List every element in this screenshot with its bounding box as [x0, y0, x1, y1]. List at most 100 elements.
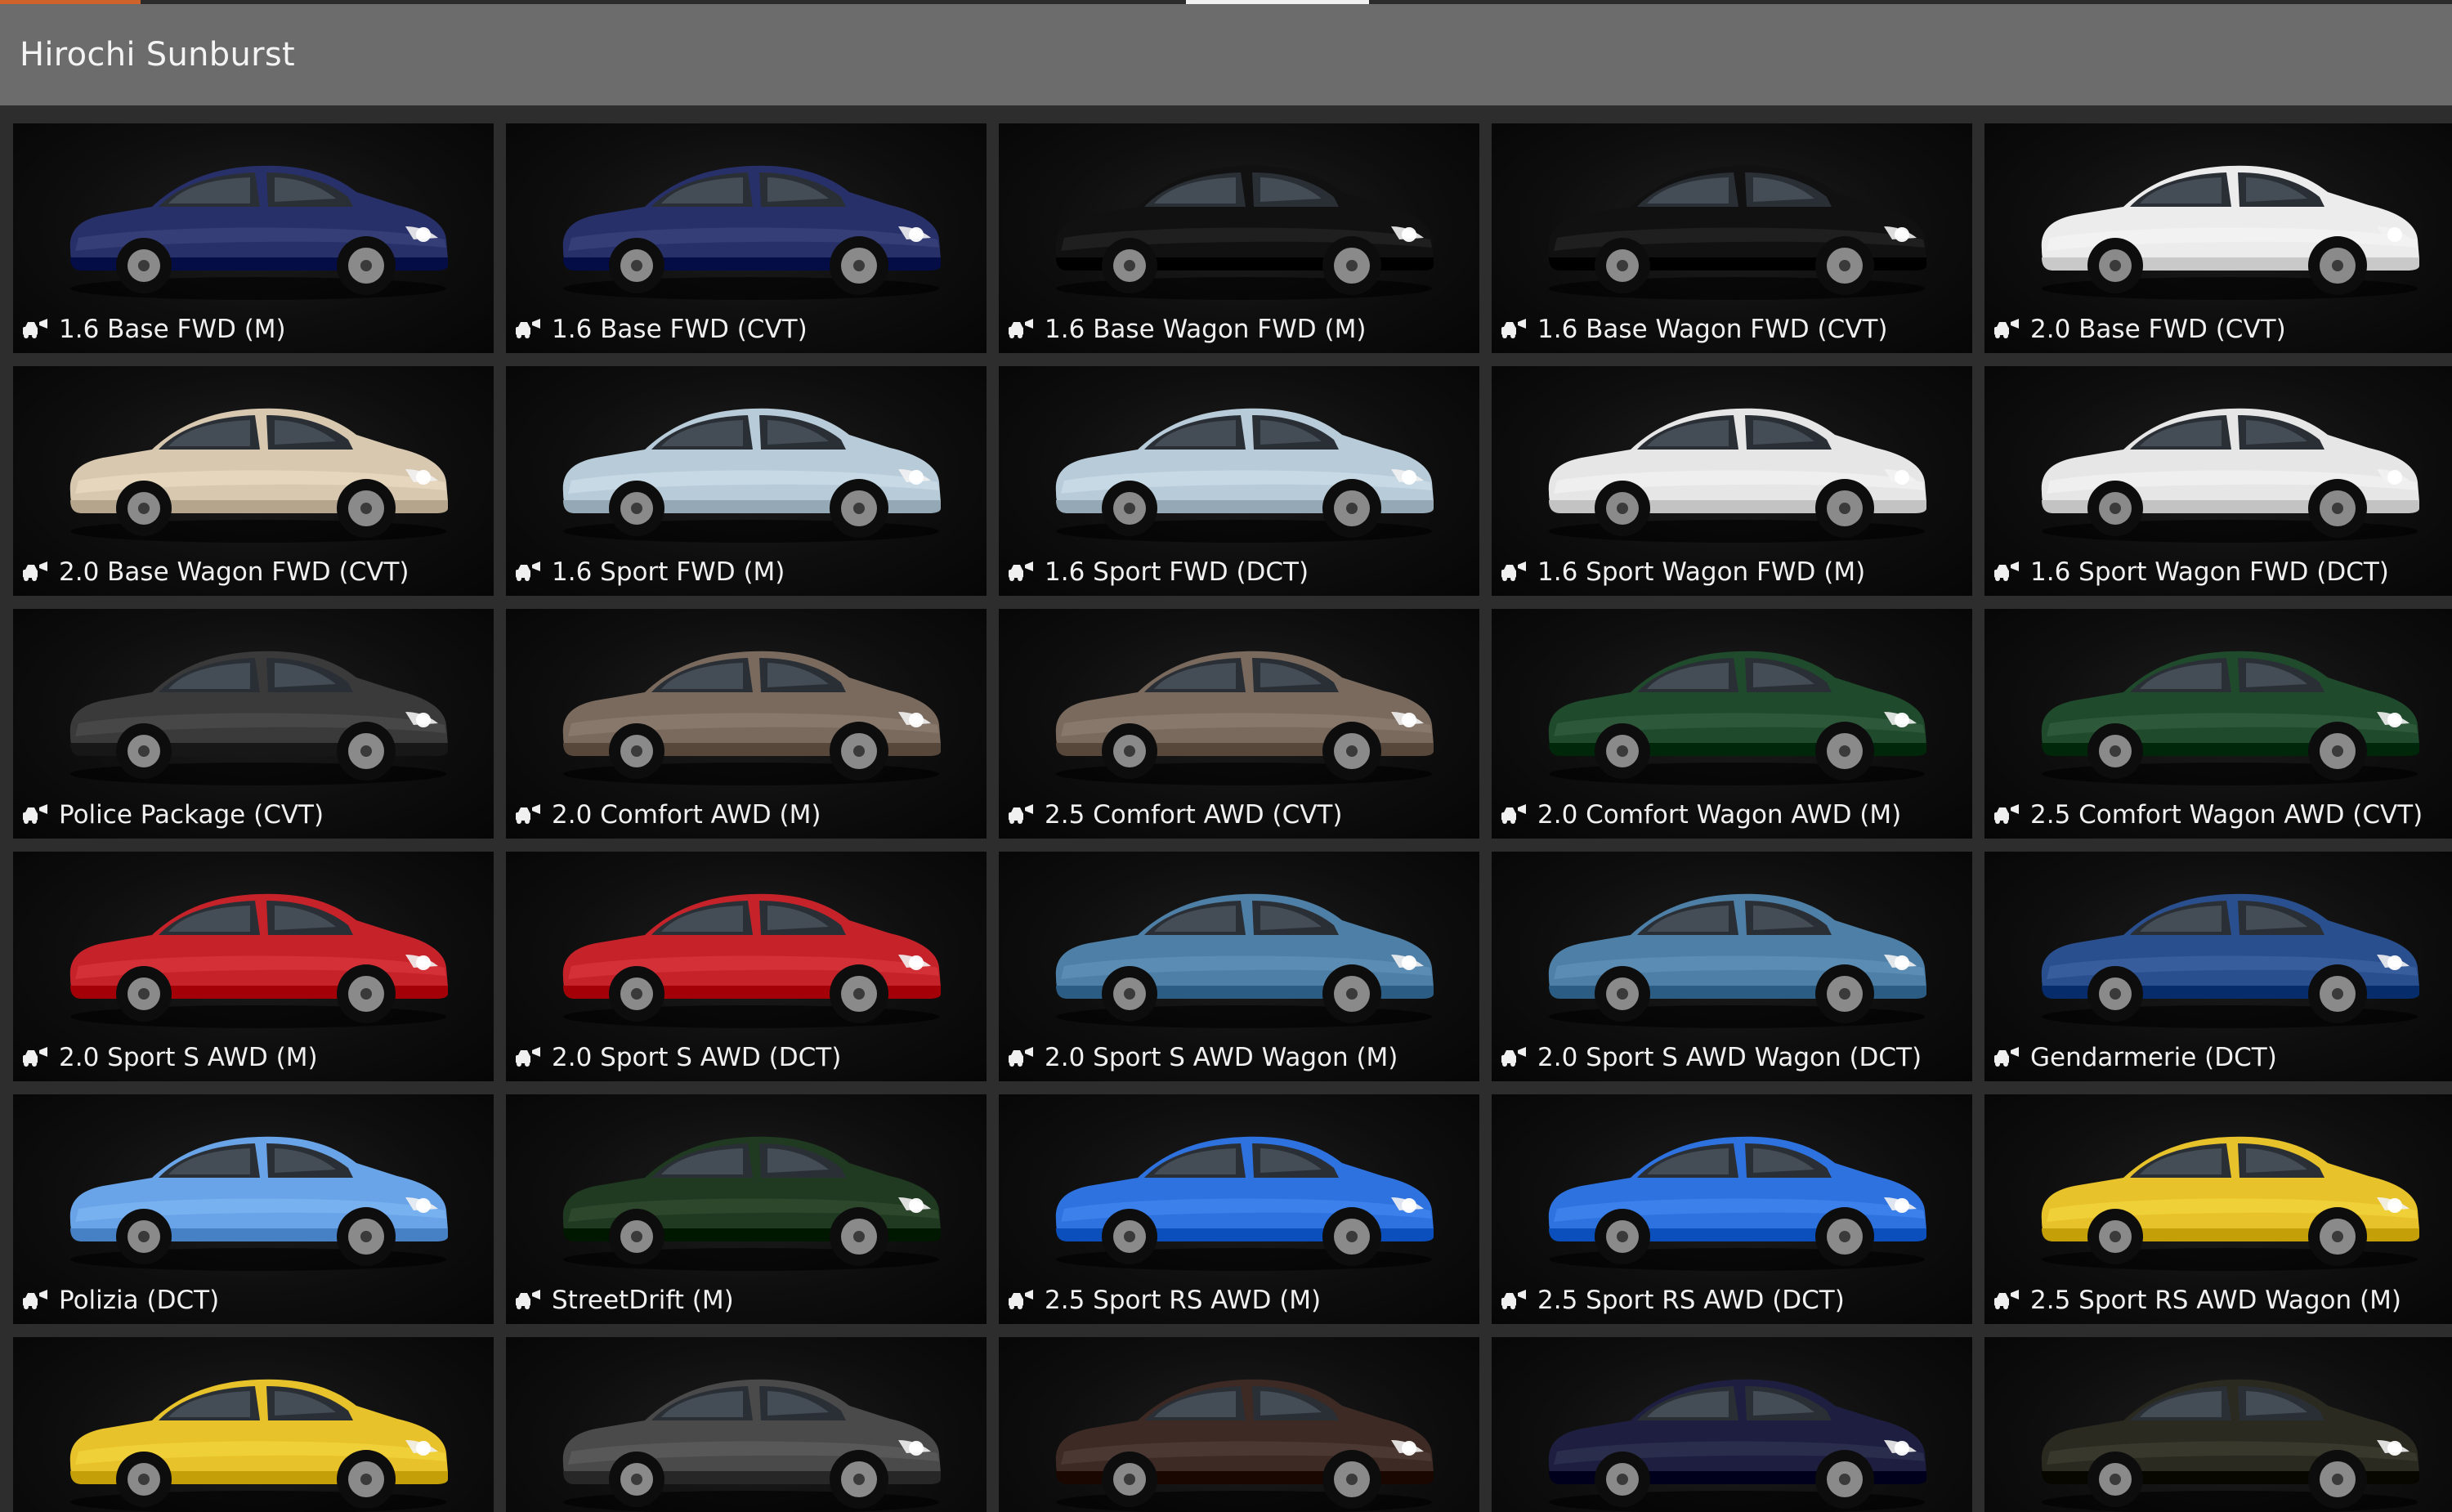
config-label-row: 1.6 Base FWD (CVT) — [514, 312, 808, 347]
config-label: 2.5 Sport RS AWD Wagon (M) — [2030, 1286, 2401, 1315]
car-config-icon — [516, 1047, 540, 1067]
vehicle-config-card[interactable]: 2.5 Sport RS AWD Wagon (M) — [1984, 1094, 2452, 1324]
car-image — [69, 1379, 449, 1512]
car-image — [2041, 165, 2419, 300]
car-image — [2041, 408, 2419, 543]
vehicle-config-card[interactable]: 2.0 Sport S AWD Wagon (DCT) — [1492, 852, 1972, 1081]
vehicle-config-card[interactable] — [13, 1337, 494, 1512]
vehicle-config-card[interactable] — [1984, 1337, 2452, 1512]
config-label: 1.6 Sport FWD (M) — [552, 557, 785, 587]
config-label: 2.0 Sport S AWD Wagon (M) — [1045, 1043, 1398, 1072]
config-label: 2.0 Sport S AWD (DCT) — [552, 1043, 842, 1072]
configuration-grid-container[interactable]: 1.6 Base FWD (M) 1.6 Base FWD (CVT) 1.6 … — [0, 105, 2452, 1512]
car-config-icon — [1501, 1047, 1526, 1067]
config-label-row: 2.0 Comfort AWD (M) — [514, 798, 821, 832]
config-label-row: 2.0 Sport S AWD (DCT) — [514, 1040, 841, 1075]
vehicle-config-card[interactable]: 1.6 Sport FWD (DCT) — [999, 366, 1479, 596]
config-label-row: 1.6 Sport Wagon FWD (M) — [1500, 555, 1865, 589]
config-label: 2.0 Sport S AWD (M) — [59, 1043, 318, 1072]
car-image — [1548, 408, 1926, 543]
config-label: 2.0 Base Wagon FWD (CVT) — [59, 557, 409, 587]
vehicle-config-card[interactable]: 2.0 Sport S AWD Wagon (M) — [999, 852, 1479, 1081]
config-label-row: 2.5 Comfort AWD (CVT) — [1007, 798, 1342, 832]
car-config-icon — [1994, 804, 2019, 824]
vehicle-config-card[interactable]: 2.0 Comfort AWD (M) — [506, 609, 987, 839]
config-label-row: StreetDrift (M) — [514, 1283, 734, 1317]
car-config-icon — [1994, 319, 2019, 338]
car-image — [1055, 893, 1434, 1028]
config-label-row: Gendarmerie (DCT) — [1993, 1040, 2277, 1075]
vehicle-config-card[interactable] — [1492, 1337, 1972, 1512]
vehicle-config-card[interactable]: 2.5 Sport RS AWD (DCT) — [1492, 1094, 1972, 1324]
config-label-row: 2.5 Comfort Wagon AWD (CVT) — [1993, 798, 2423, 832]
car-image — [1055, 1379, 1434, 1512]
car-image — [2041, 893, 2419, 1028]
car-image — [562, 1379, 941, 1512]
vehicle-config-card[interactable]: 1.6 Base Wagon FWD (CVT) — [1492, 123, 1972, 353]
config-label: 1.6 Base Wagon FWD (M) — [1045, 315, 1367, 344]
car-image — [562, 893, 941, 1028]
config-label: 1.6 Sport Wagon FWD (DCT) — [2030, 557, 2389, 587]
car-config-icon — [23, 319, 47, 338]
vehicle-config-card[interactable]: 2.0 Comfort Wagon AWD (M) — [1492, 609, 1972, 839]
vehicle-config-card[interactable]: 1.6 Base Wagon FWD (M) — [999, 123, 1479, 353]
config-label-row: 1.6 Sport FWD (M) — [514, 555, 785, 589]
car-image — [69, 651, 449, 785]
car-image — [1055, 165, 1434, 300]
vehicle-config-card[interactable]: StreetDrift (M) — [506, 1094, 987, 1324]
config-label: 2.5 Sport RS AWD (M) — [1045, 1286, 1322, 1315]
vehicle-config-card[interactable]: 2.0 Base Wagon FWD (CVT) — [13, 366, 494, 596]
car-image — [1548, 1379, 1926, 1512]
vehicle-header: Hirochi Sunburst — [0, 4, 2452, 105]
config-label: 1.6 Base Wagon FWD (CVT) — [1537, 315, 1888, 344]
config-label-row: 1.6 Sport FWD (DCT) — [1007, 555, 1309, 589]
config-label-row: Polizia (DCT) — [21, 1283, 219, 1317]
car-config-icon — [516, 561, 540, 581]
config-label: 2.0 Comfort Wagon AWD (M) — [1537, 800, 1902, 830]
car-image — [2041, 1379, 2419, 1512]
car-config-icon — [1994, 1290, 2019, 1309]
vehicle-config-card[interactable]: 1.6 Sport Wagon FWD (DCT) — [1984, 366, 2452, 596]
vehicle-config-card[interactable] — [506, 1337, 987, 1512]
car-image — [1055, 408, 1434, 543]
car-config-icon — [1009, 319, 1033, 338]
car-config-icon — [516, 804, 540, 824]
vehicle-config-card[interactable]: 2.5 Comfort Wagon AWD (CVT) — [1984, 609, 2452, 839]
config-label: 2.0 Sport S AWD Wagon (DCT) — [1537, 1043, 1922, 1072]
vehicle-config-card[interactable]: 2.5 Sport RS AWD (M) — [999, 1094, 1479, 1324]
vehicle-config-card[interactable]: 1.6 Sport Wagon FWD (M) — [1492, 366, 1972, 596]
car-config-icon — [1501, 804, 1526, 824]
vehicle-config-card[interactable]: Police Package (CVT) — [13, 609, 494, 839]
config-label-row: 1.6 Base Wagon FWD (M) — [1007, 312, 1366, 347]
vehicle-config-card[interactable]: 1.6 Sport FWD (M) — [506, 366, 987, 596]
config-label-row: Police Package (CVT) — [21, 798, 324, 832]
car-image — [69, 165, 449, 300]
car-image — [2041, 1136, 2419, 1271]
vehicle-config-card[interactable]: Gendarmerie (DCT) — [1984, 852, 2452, 1081]
car-image — [69, 408, 449, 543]
vehicle-title: Hirochi Sunburst — [20, 36, 296, 74]
vehicle-config-card[interactable]: 2.0 Sport S AWD (DCT) — [506, 852, 987, 1081]
car-config-icon — [1009, 1047, 1033, 1067]
vehicle-config-card[interactable]: 2.5 Comfort AWD (CVT) — [999, 609, 1479, 839]
vehicle-config-card[interactable]: Polizia (DCT) — [13, 1094, 494, 1324]
car-image — [1055, 651, 1434, 785]
car-image — [562, 1136, 941, 1271]
car-config-icon — [516, 319, 540, 338]
vehicle-config-card[interactable]: 1.6 Base FWD (CVT) — [506, 123, 987, 353]
config-label-row: 2.0 Base Wagon FWD (CVT) — [21, 555, 409, 589]
config-label: Police Package (CVT) — [59, 800, 324, 830]
car-config-icon — [1009, 561, 1033, 581]
vehicle-config-card[interactable]: 2.0 Base FWD (CVT) — [1984, 123, 2452, 353]
car-config-icon — [1009, 1290, 1033, 1309]
config-label-row: 2.5 Sport RS AWD (DCT) — [1500, 1283, 1845, 1317]
car-image — [1548, 893, 1926, 1028]
config-label-row: 1.6 Base Wagon FWD (CVT) — [1500, 312, 1888, 347]
config-label-row: 2.0 Sport S AWD Wagon (M) — [1007, 1040, 1398, 1075]
vehicle-config-card[interactable]: 2.0 Sport S AWD (M) — [13, 852, 494, 1081]
car-config-icon — [23, 561, 47, 581]
vehicle-config-card[interactable]: 1.6 Base FWD (M) — [13, 123, 494, 353]
config-label: 1.6 Sport FWD (DCT) — [1045, 557, 1309, 587]
config-label: Gendarmerie (DCT) — [2030, 1043, 2277, 1072]
vehicle-config-card[interactable] — [999, 1337, 1479, 1512]
